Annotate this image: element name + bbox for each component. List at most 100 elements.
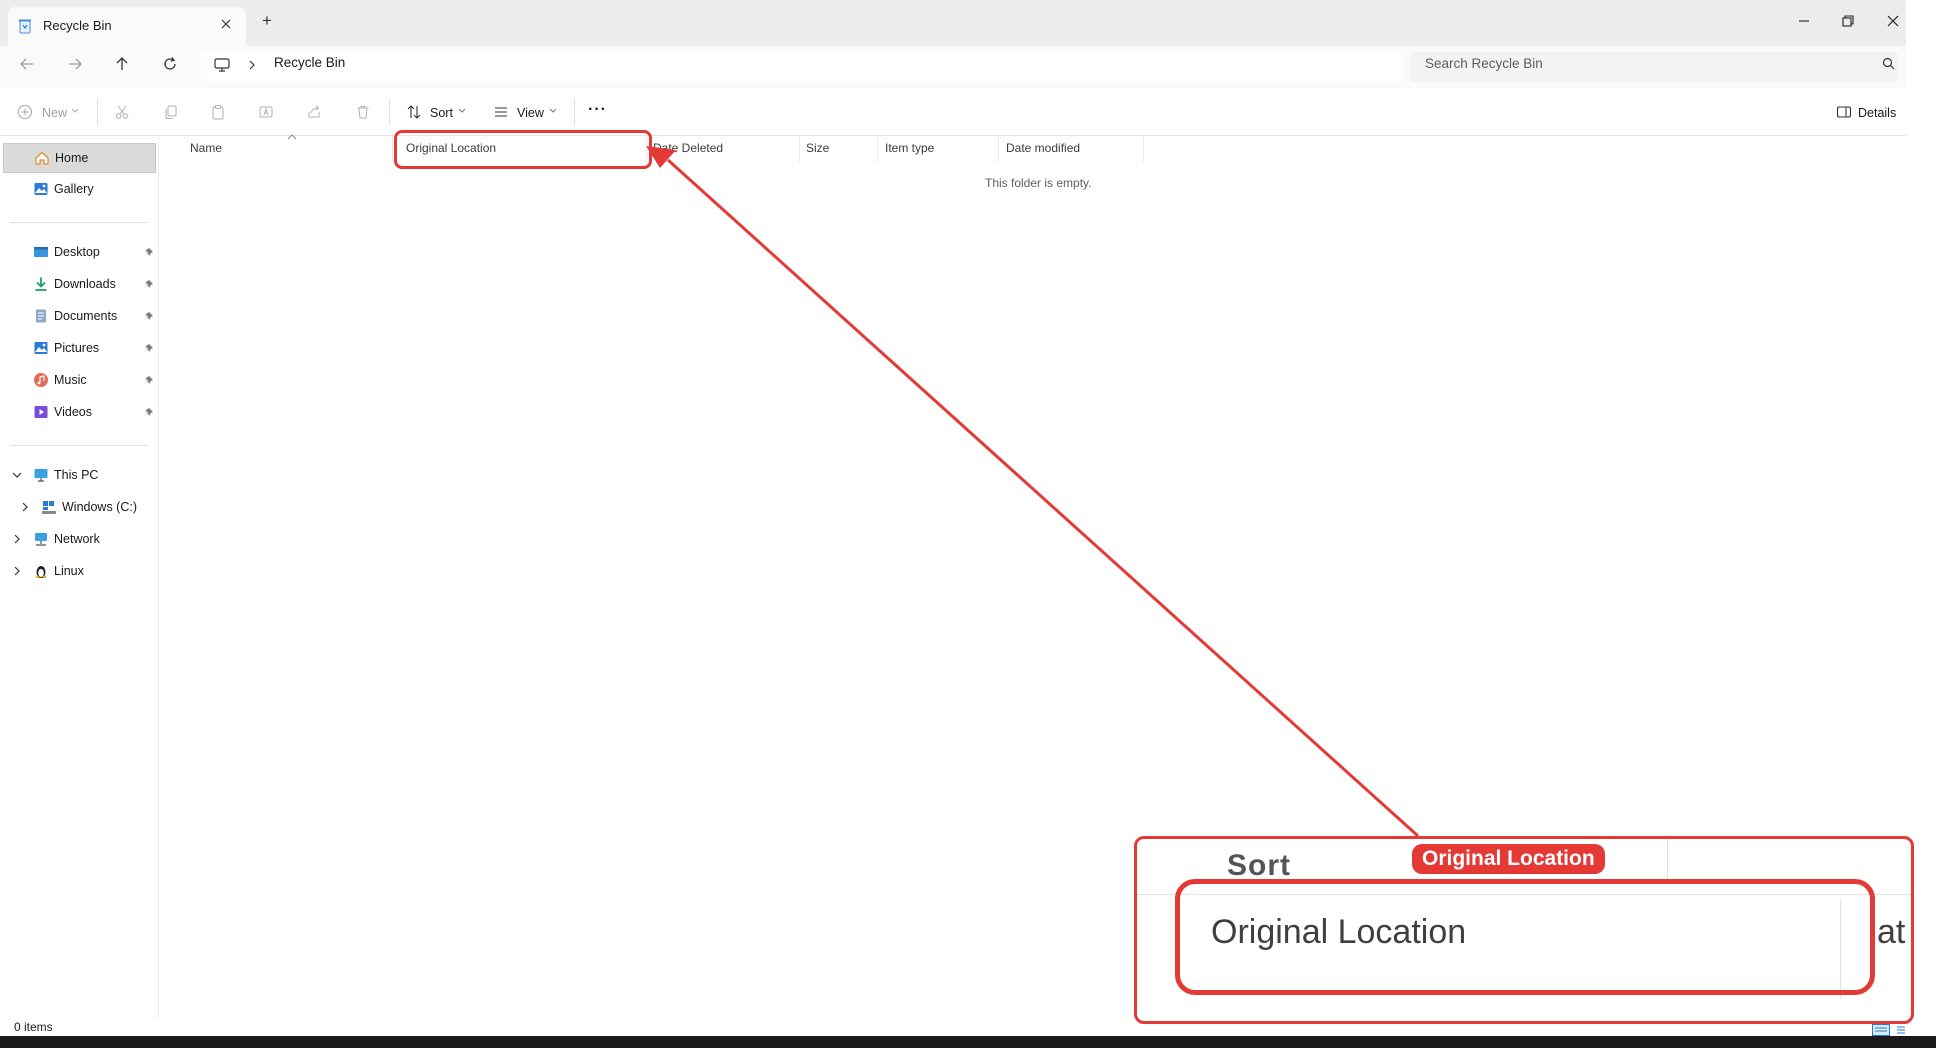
tab-close-icon[interactable] <box>219 17 233 31</box>
pin-icon[interactable] <box>144 375 154 385</box>
rename-icon[interactable] <box>258 104 274 120</box>
sidebar-item-linux[interactable]: Linux <box>3 557 156 587</box>
column-divider[interactable] <box>1143 136 1144 162</box>
details-view-icon[interactable] <box>1872 1024 1890 1036</box>
more-options-button[interactable]: ··· <box>588 101 607 119</box>
network-icon <box>33 531 49 547</box>
command-bar <box>0 89 1906 136</box>
search-icon[interactable] <box>1881 56 1897 72</box>
gallery-icon <box>33 181 49 197</box>
drive-icon <box>41 499 57 515</box>
column-header-date-modified[interactable]: Date modified <box>1006 141 1080 155</box>
zoom-next-column-text: at <box>1877 913 1906 951</box>
pc-icon <box>33 467 49 483</box>
toolbar-divider <box>97 98 98 126</box>
sidebar-item-label: Desktop <box>54 245 100 259</box>
sidebar-item-videos[interactable]: Videos <box>3 398 156 428</box>
chevron-down-icon <box>71 108 79 114</box>
sidebar-item-label: Documents <box>54 309 118 323</box>
pin-icon[interactable] <box>144 247 154 257</box>
pin-icon[interactable] <box>144 407 154 417</box>
delete-icon[interactable] <box>355 104 371 120</box>
pin-icon[interactable] <box>144 311 154 321</box>
chevron-down-icon <box>458 108 466 114</box>
sort-ascending-icon <box>287 134 297 140</box>
cut-icon[interactable] <box>114 104 130 120</box>
sort-button[interactable]: Sort <box>430 106 453 120</box>
sidebar-item-network[interactable]: Network <box>3 525 156 555</box>
tab-title: Recycle Bin <box>43 18 112 33</box>
column-header-size[interactable]: Size <box>806 141 829 155</box>
column-header-item-type[interactable]: Item type <box>885 141 934 155</box>
view-button[interactable]: View <box>517 106 544 120</box>
details-button[interactable]: Details <box>1858 106 1896 120</box>
documents-icon <box>33 308 49 324</box>
forward-arrow-icon[interactable] <box>67 56 83 72</box>
breadcrumb-recycle-bin[interactable]: Recycle Bin <box>274 55 345 70</box>
tiles-view-icon[interactable] <box>1896 1024 1906 1036</box>
home-icon <box>34 150 50 166</box>
sidebar-item-downloads[interactable]: Downloads <box>3 270 156 300</box>
new-tab-button[interactable]: + <box>262 11 272 31</box>
sidebar-item-windows-c[interactable]: Windows (C:) <box>3 493 156 523</box>
back-arrow-icon[interactable] <box>19 56 35 72</box>
sidebar-item-music[interactable]: Music <box>3 366 156 396</box>
sidebar-item-documents[interactable]: Documents <box>3 302 156 332</box>
view-icon[interactable] <box>493 104 509 120</box>
paste-icon[interactable] <box>210 104 226 120</box>
column-header-name[interactable]: Name <box>190 141 222 155</box>
sidebar-divider <box>10 445 148 446</box>
column-header-date-deleted[interactable]: Date Deleted <box>653 141 723 155</box>
details-pane-icon[interactable] <box>1836 104 1852 120</box>
zoom-highlight-ring <box>1175 879 1875 995</box>
annotation-label: Original Location <box>1412 844 1605 874</box>
sidebar-item-gallery[interactable]: Gallery <box>3 175 156 205</box>
sidebar-item-desktop[interactable]: Desktop <box>3 238 156 268</box>
chevron-right-icon[interactable] <box>247 59 257 71</box>
chevron-right-icon[interactable] <box>13 566 21 576</box>
sidebar-item-label: Home <box>55 151 89 165</box>
sort-icon[interactable] <box>406 104 422 120</box>
up-arrow-icon[interactable] <box>114 56 130 72</box>
chevron-down-icon <box>549 108 557 114</box>
tab-recycle-bin[interactable]: Recycle Bin <box>8 7 246 46</box>
music-icon <box>33 372 49 388</box>
chevron-right-icon[interactable] <box>13 534 21 544</box>
copy-icon[interactable] <box>163 104 179 120</box>
zoom-divider <box>1667 839 1668 879</box>
zoom-partial-toolbar-text: Sort <box>1227 849 1291 882</box>
refresh-icon[interactable] <box>162 56 178 72</box>
sidebar-item-label: Pictures <box>54 341 100 355</box>
column-divider[interactable] <box>799 136 800 162</box>
minimize-icon[interactable] <box>1797 14 1811 28</box>
annotation-highlight-box <box>394 130 652 169</box>
restore-icon[interactable] <box>1841 14 1855 28</box>
sidebar-item-label: Network <box>54 532 100 546</box>
close-icon[interactable] <box>1886 14 1900 28</box>
videos-icon <box>33 404 49 420</box>
new-plus-icon[interactable] <box>17 104 33 120</box>
chevron-down-icon[interactable] <box>12 471 22 479</box>
column-divider[interactable] <box>998 136 999 162</box>
recycle-bin-icon <box>18 18 32 34</box>
pc-icon[interactable] <box>213 57 231 73</box>
column-divider[interactable] <box>877 136 878 162</box>
pin-icon[interactable] <box>144 343 154 353</box>
share-icon[interactable] <box>306 104 322 120</box>
address-bar[interactable] <box>201 52 1401 82</box>
pin-icon[interactable] <box>144 279 154 289</box>
sidebar-item-home[interactable]: Home <box>3 143 156 173</box>
sidebar-item-pictures[interactable]: Pictures <box>3 334 156 364</box>
downloads-icon <box>33 276 49 292</box>
sidebar-item-label: Linux <box>54 564 84 578</box>
empty-folder-message: This folder is empty. <box>985 176 1092 190</box>
title-bar: Recycle Bin + <box>0 0 1906 46</box>
new-button[interactable]: New <box>42 106 67 120</box>
toolbar-divider <box>389 98 390 126</box>
sidebar-item-this-pc[interactable]: This PC <box>3 461 156 491</box>
chevron-right-icon[interactable] <box>21 502 29 512</box>
taskbar-edge <box>0 1036 1936 1048</box>
sidebar-divider <box>10 222 148 223</box>
column-divider[interactable] <box>392 136 393 162</box>
sidebar-item-label: Videos <box>54 405 92 419</box>
